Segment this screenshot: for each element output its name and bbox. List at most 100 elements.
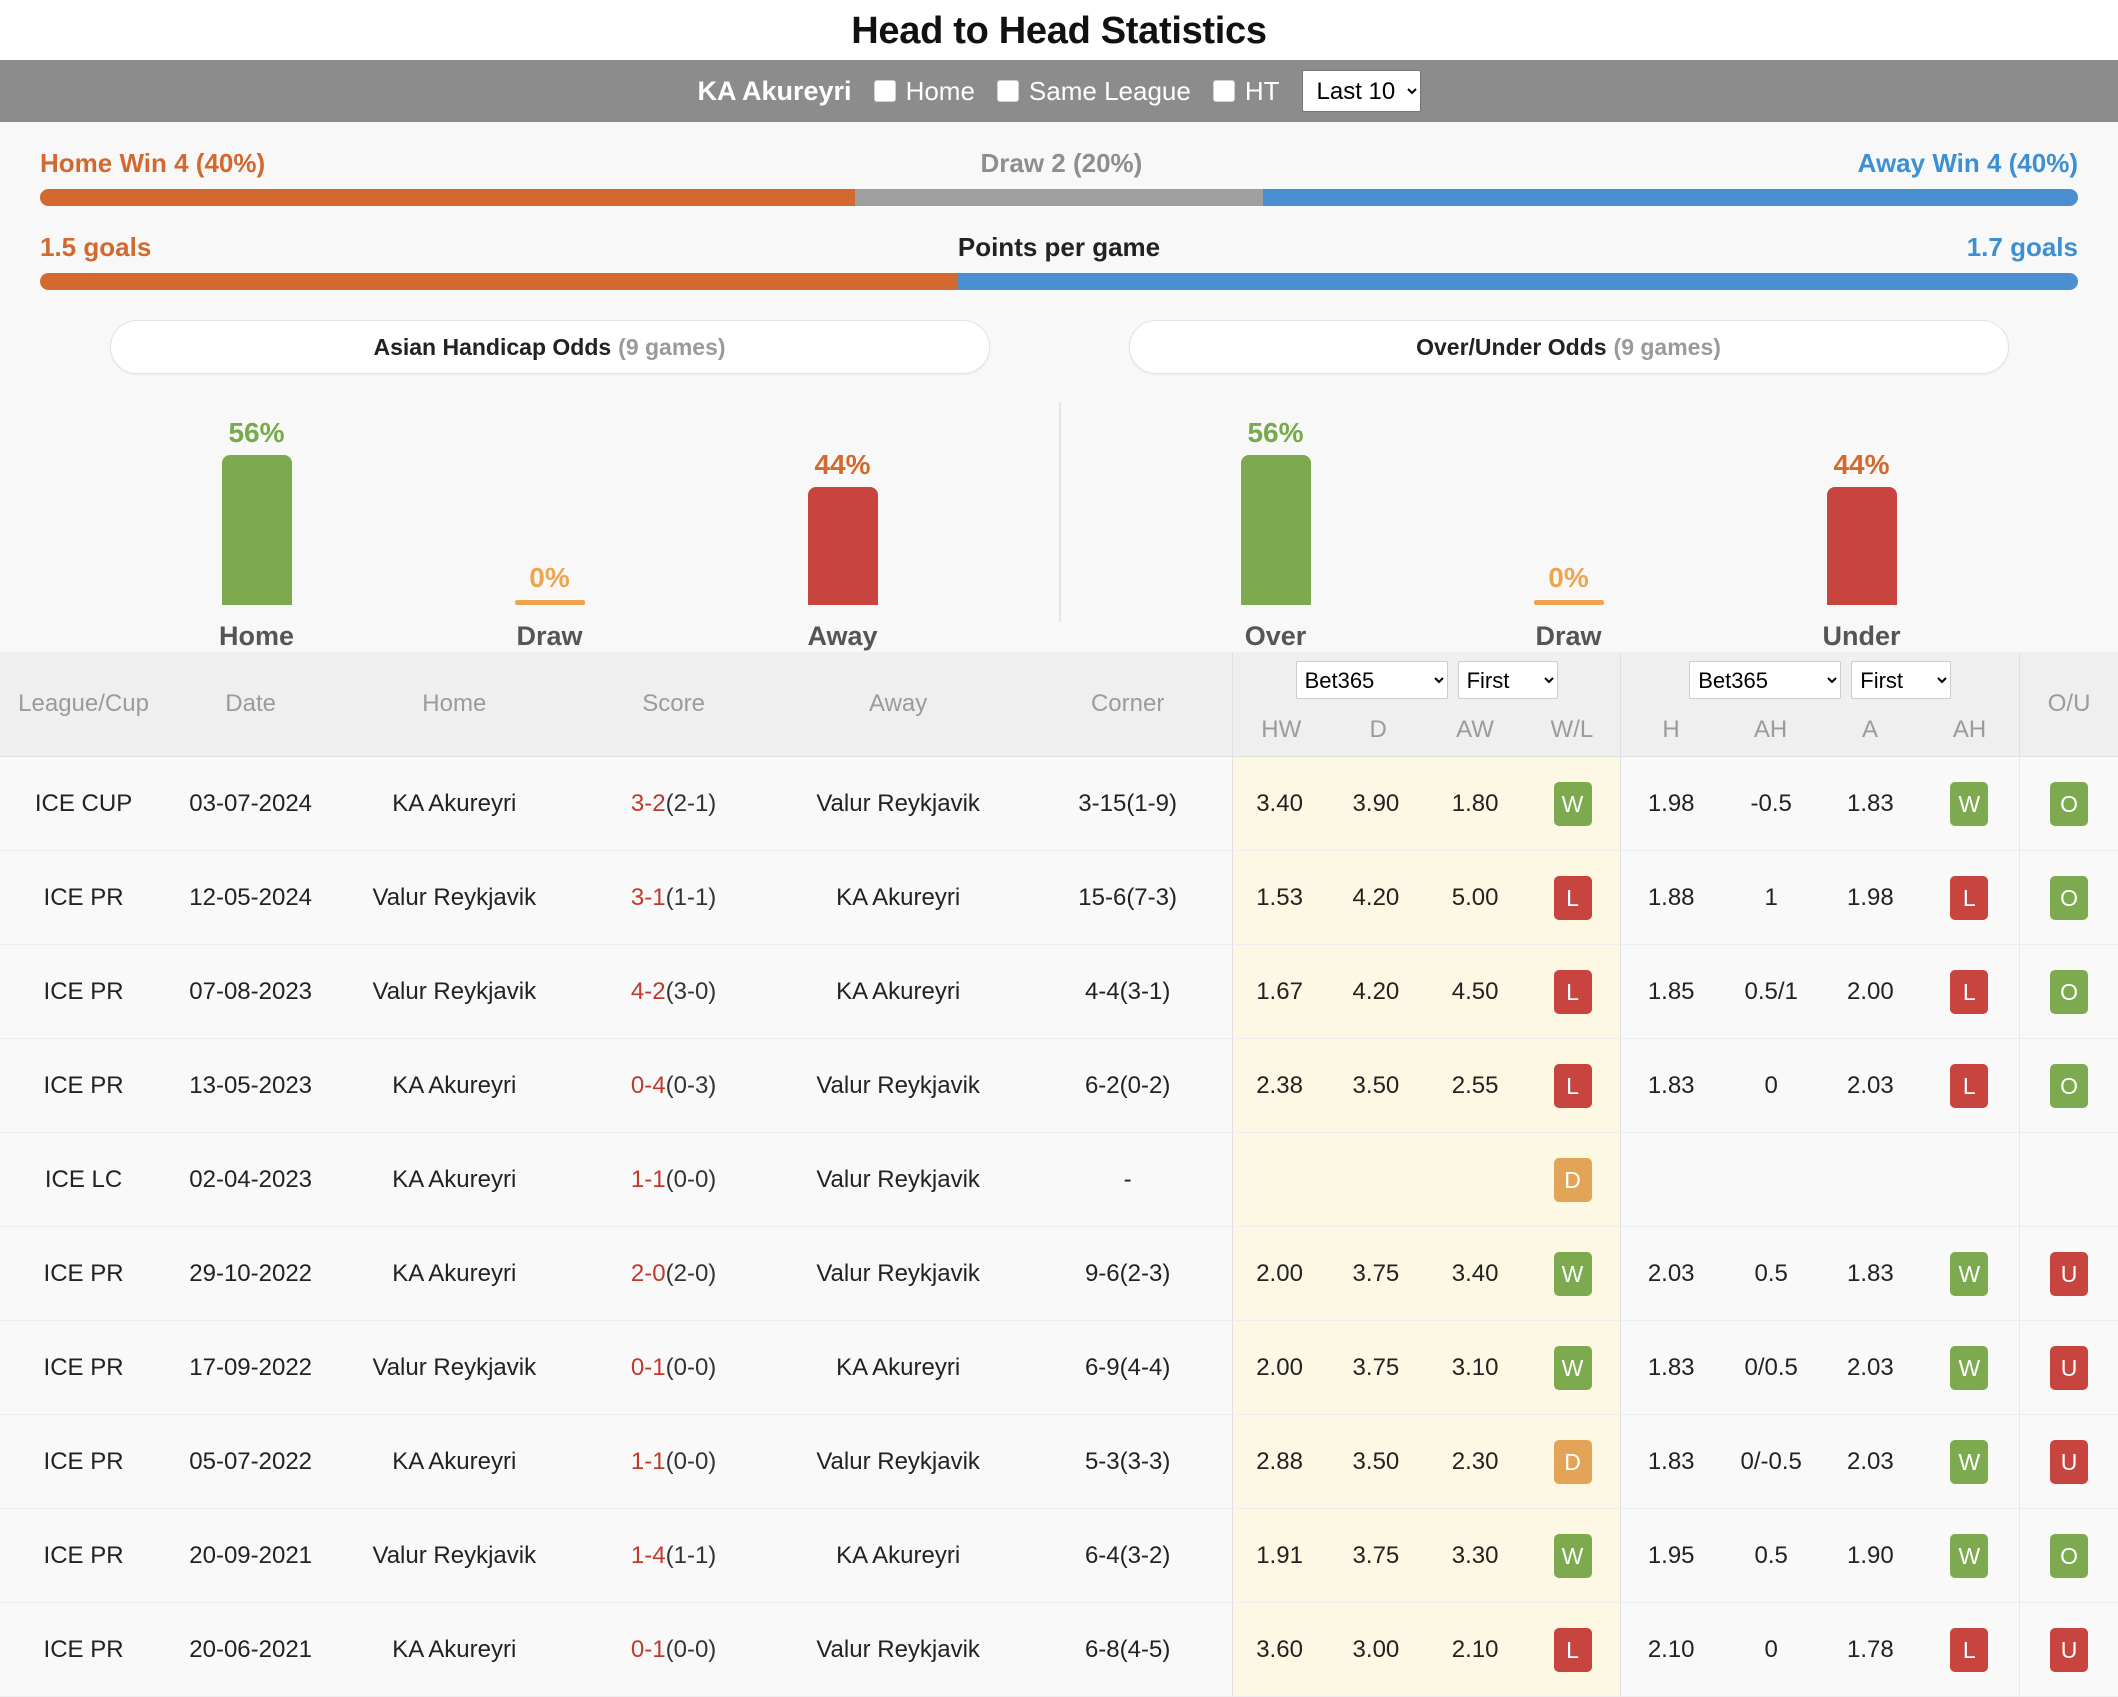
- cell-ah-handicap: 0: [1721, 1038, 1822, 1133]
- table-row[interactable]: ICE PR 20-06-2021 KA Akureyri 0-1(0-0) Valur…: [0, 1602, 2118, 1697]
- cell-away-win-odds: 3.30: [1425, 1508, 1525, 1603]
- filter-same-league-group[interactable]: Same League: [996, 76, 1191, 107]
- cell-ah-handicap: -0.5: [1721, 756, 1822, 851]
- filter-home-group[interactable]: Home: [873, 76, 975, 107]
- result-badge: L: [1553, 1627, 1592, 1672]
- home-checkbox[interactable]: [873, 80, 896, 102]
- cell-home-team: Valur Reykjavik: [334, 1508, 575, 1603]
- cell-home-win-odds: 3.60: [1231, 1602, 1327, 1697]
- cell-ah-result: L: [1919, 1038, 2020, 1133]
- table-row[interactable]: ICE PR 20-09-2021 Valur Reykjavik 1-4(1-1) K…: [0, 1508, 2118, 1603]
- ht-checkbox[interactable]: [1212, 80, 1235, 102]
- tab-asian-handicap-odds[interactable]: Asian Handicap Odds (9 games): [109, 320, 990, 374]
- away-win-label: Away Win 4 (40%): [1857, 148, 2078, 178]
- cell-draw-odds: 4.20: [1326, 850, 1426, 945]
- wdl-bar-home-segment: [40, 189, 856, 206]
- ah-draw-percent: 0%: [529, 562, 570, 593]
- table-row[interactable]: ICE PR 13-05-2023 KA Akureyri 0-4(0-3) Valur…: [0, 1038, 2118, 1133]
- cell-date: 02-04-2023: [167, 1132, 335, 1227]
- table-row[interactable]: ICE PR 12-05-2024 Valur Reykjavik 3-1(1-1) K…: [0, 850, 2118, 945]
- th-ah1: AH: [1753, 716, 1788, 743]
- result-badge: L: [1950, 1063, 1989, 1108]
- ah-home-percent: 56%: [228, 417, 285, 448]
- match-range-select[interactable]: Last 10: [1301, 70, 1421, 112]
- table-body: ICE CUP 03-07-2024 KA Akureyri 3-2(2-1) Valu…: [0, 756, 2118, 1697]
- filter-ht-group[interactable]: HT: [1212, 76, 1280, 107]
- table-row[interactable]: ICE CUP 03-07-2024 KA Akureyri 3-2(2-1) Valu…: [0, 756, 2118, 851]
- cell-league: ICE PR: [0, 1320, 168, 1415]
- phase-select-ah[interactable]: First: [1851, 661, 1952, 699]
- page-title: Head to Head Statistics: [851, 10, 1267, 52]
- same-league-checkbox[interactable]: [996, 80, 1019, 102]
- table-row[interactable]: ICE PR 07-08-2023 Valur Reykjavik 4-2(3-0) K…: [0, 944, 2118, 1039]
- ou-bar-under: 44% Under: [1767, 394, 1957, 652]
- ou-draw-bar: [1533, 600, 1604, 605]
- phase-select-1x2[interactable]: First: [1457, 661, 1558, 699]
- cell-away-win-odds: 3.40: [1425, 1226, 1525, 1321]
- th-ou: O/U: [2019, 652, 2118, 757]
- th-date: Date: [167, 652, 335, 757]
- cell-home-team: KA Akureyri: [334, 1414, 575, 1509]
- th-a: A: [1862, 716, 1879, 743]
- bookmaker-select-1x2[interactable]: Bet365: [1295, 661, 1448, 699]
- cell-over-under-result: O: [2019, 944, 2118, 1039]
- cell-over-under-result: O: [2019, 1038, 2118, 1133]
- cell-home-win-odds: 2.00: [1231, 1320, 1327, 1415]
- cell-corner: 6-9(4-4): [1023, 1320, 1233, 1415]
- tab-over-under-odds[interactable]: Over/Under Odds (9 games): [1128, 320, 2009, 374]
- ppg-title: Points per game: [957, 232, 1161, 262]
- th-d: D: [1369, 716, 1387, 743]
- ah-bar-draw: 0% Draw: [455, 394, 645, 652]
- th-ah2: AH: [1952, 716, 1987, 743]
- cell-home-team: Valur Reykjavik: [334, 850, 575, 945]
- th-away: Away: [772, 652, 1024, 757]
- cell-home-win-odds: 2.88: [1231, 1414, 1327, 1509]
- cell-ah-result: W: [1919, 756, 2020, 851]
- cell-away-team: KA Akureyri: [772, 1508, 1024, 1603]
- result-badge: U: [2050, 1439, 2089, 1484]
- table-row[interactable]: ICE PR 29-10-2022 KA Akureyri 2-0(2-0) Valur…: [0, 1226, 2118, 1321]
- cell-over-under-result: U: [2019, 1414, 2118, 1509]
- home-win-label: Home Win 4 (40%): [40, 148, 266, 178]
- table-row[interactable]: ICE LC 02-04-2023 KA Akureyri 1-1(0-0) Valur…: [0, 1132, 2118, 1227]
- table-row[interactable]: ICE PR 17-09-2022 Valur Reykjavik 0-1(0-0) K…: [0, 1320, 2118, 1415]
- result-badge: W: [1950, 781, 1989, 826]
- ou-under-bar: [1826, 487, 1897, 605]
- ou-under-name: Under: [1822, 621, 1901, 651]
- ou-bar-over: 56% Over: [1181, 394, 1371, 652]
- cell-ah-away-odds: [1821, 1132, 1920, 1227]
- tab-asian-handicap-label: Asian Handicap Odds: [373, 333, 612, 360]
- ppg-labels: 1.5 goals Points per game 1.7 goals: [40, 232, 2078, 263]
- cell-home-win-odds: 1.91: [1231, 1508, 1327, 1603]
- cell-home-team: Valur Reykjavik: [334, 944, 575, 1039]
- cell-ah-handicap: [1721, 1132, 1822, 1227]
- cell-away-win-odds: 4.50: [1425, 944, 1525, 1039]
- cell-ah-home-odds: 2.03: [1620, 1226, 1722, 1321]
- result-badge: L: [1950, 969, 1989, 1014]
- odds-charts: 56% Home 0% Draw 44% Away 56% Over 0% Dr…: [40, 394, 2078, 652]
- cell-league: ICE CUP: [0, 756, 168, 851]
- cell-home-team: KA Akureyri: [334, 1602, 575, 1697]
- filter-team-name: KA Akureyri: [697, 75, 852, 106]
- th-wl: W/L: [1550, 716, 1594, 743]
- result-badge: L: [1553, 1063, 1592, 1108]
- th-hw: HW: [1261, 716, 1302, 743]
- cell-ah-away-odds: 1.83: [1821, 756, 1920, 851]
- cell-ah-result: W: [1919, 1508, 2020, 1603]
- cell-score: 2-0(2-0): [574, 1226, 773, 1321]
- ah-bar-home: 56% Home: [162, 394, 352, 652]
- cell-home-team: KA Akureyri: [334, 1132, 575, 1227]
- cell-ah-home-odds: 2.10: [1620, 1602, 1722, 1697]
- result-badge: D: [1553, 1157, 1592, 1202]
- cell-corner: 6-8(4-5): [1023, 1602, 1233, 1697]
- result-badge: W: [1950, 1439, 1989, 1484]
- cell-ah-home-odds: 1.85: [1620, 944, 1722, 1039]
- table-row[interactable]: ICE PR 05-07-2022 KA Akureyri 1-1(0-0) Valur…: [0, 1414, 2118, 1509]
- result-badge: L: [1950, 1627, 1989, 1672]
- cell-ah-away-odds: 1.98: [1821, 850, 1920, 945]
- result-badge: W: [1553, 1533, 1592, 1578]
- ppg-bar-home-segment: [40, 273, 958, 290]
- cell-date: 17-09-2022: [167, 1320, 335, 1415]
- ppg-summary-block: 1.5 goals Points per game 1.7 goals: [40, 206, 2078, 290]
- bookmaker-select-ah[interactable]: Bet365: [1689, 661, 1842, 699]
